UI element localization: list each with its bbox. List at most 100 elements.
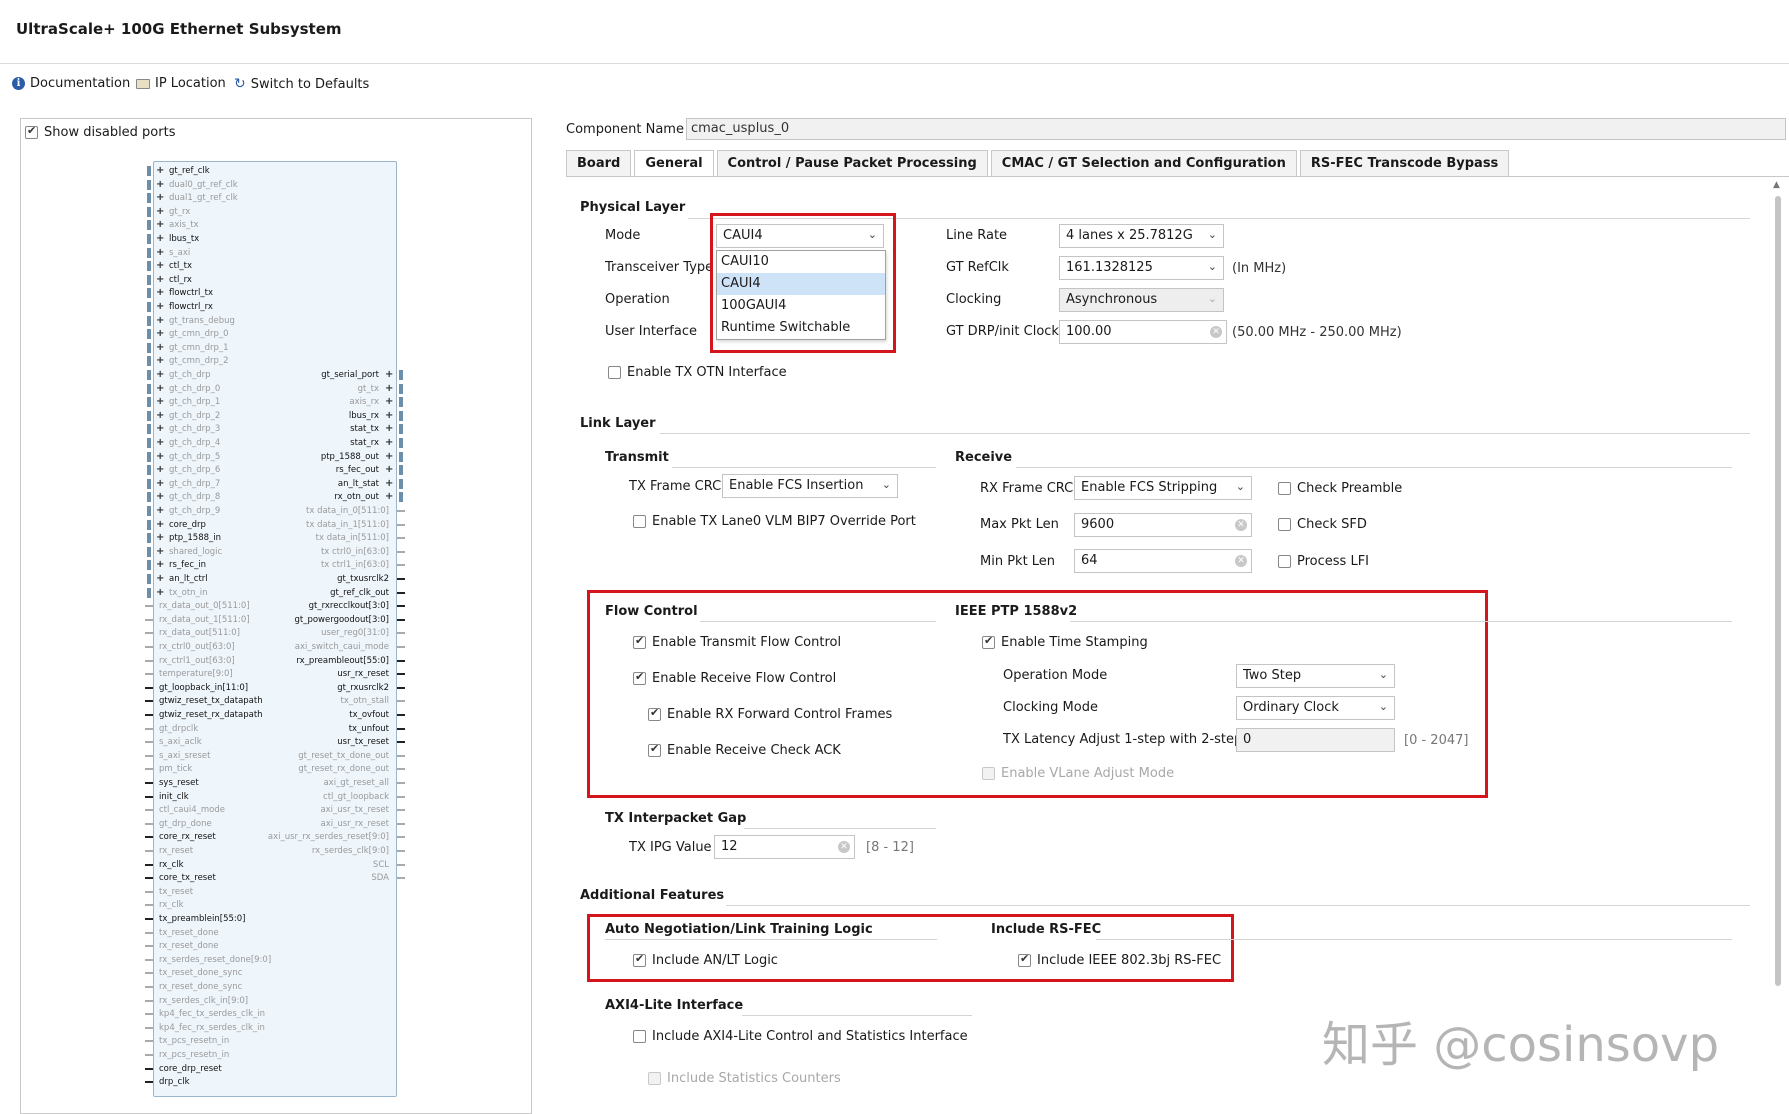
tab-control-pause[interactable]: Control / Pause Packet Processing — [716, 150, 988, 176]
vlm-bip7-checkbox[interactable] — [633, 515, 646, 528]
time-stamping-checkbox[interactable] — [982, 634, 995, 649]
check-sfd-checkbox[interactable] — [1278, 518, 1291, 531]
expand-port-icon[interactable]: + — [156, 179, 164, 190]
rx-check-ack-row[interactable]: Enable Receive Check ACK — [648, 742, 841, 758]
tx-flow-control-row[interactable]: Enable Transmit Flow Control — [633, 634, 841, 650]
expand-port-icon[interactable]: + — [385, 397, 393, 407]
rx-frame-crc-select[interactable]: Enable FCS Stripping ⌄ — [1074, 476, 1252, 500]
tx-frame-crc-select[interactable]: Enable FCS Insertion ⌄ — [722, 474, 898, 498]
include-axi4-lite-checkbox[interactable] — [633, 1030, 646, 1043]
scroll-up-icon[interactable]: ▲ — [1773, 180, 1780, 190]
rx-flow-control-row[interactable]: Enable Receive Flow Control — [633, 670, 836, 686]
show-disabled-ports-checkbox[interactable] — [25, 124, 38, 139]
expand-port-icon[interactable]: + — [385, 383, 393, 394]
expand-port-icon[interactable]: + — [385, 424, 393, 434]
clocking-mode-select[interactable]: Ordinary Clock ⌄ — [1236, 696, 1395, 720]
expand-port-icon[interactable]: + — [385, 370, 393, 380]
include-rsfec-checkbox[interactable] — [1018, 952, 1031, 967]
show-disabled-ports-toggle[interactable]: Show disabled ports — [25, 124, 175, 140]
ip-location-button[interactable]: IP Location — [136, 76, 226, 91]
enable-tx-otn-row[interactable]: Enable TX OTN Interface — [608, 365, 787, 380]
include-anlt-row[interactable]: Include AN/LT Logic — [633, 952, 778, 968]
expand-port-icon[interactable]: + — [156, 274, 164, 285]
expand-port-icon[interactable]: + — [156, 574, 164, 584]
check-preamble-checkbox[interactable] — [1278, 482, 1291, 495]
include-axi4-lite-row[interactable]: Include AXI4-Lite Control and Statistics… — [633, 1029, 968, 1044]
expand-port-icon[interactable]: + — [156, 451, 164, 462]
rx-check-ack-checkbox[interactable] — [648, 742, 661, 757]
expand-port-icon[interactable]: + — [156, 302, 164, 312]
expand-port-icon[interactable]: + — [156, 315, 164, 326]
expand-port-icon[interactable]: + — [156, 342, 164, 353]
operation-mode-select[interactable]: Two Step ⌄ — [1236, 664, 1395, 688]
expand-port-icon[interactable]: + — [385, 410, 393, 421]
expand-port-icon[interactable]: + — [156, 587, 164, 598]
process-lfi-row[interactable]: Process LFI — [1278, 554, 1369, 569]
line-rate-select[interactable]: 4 lanes x 25.7812G ⌄ — [1059, 224, 1224, 248]
expand-port-icon[interactable]: + — [156, 506, 164, 516]
enable-tx-otn-checkbox[interactable] — [608, 366, 621, 379]
expand-port-icon[interactable]: + — [156, 397, 164, 407]
expand-port-icon[interactable]: + — [156, 560, 164, 570]
clear-icon[interactable]: ✕ — [1210, 326, 1222, 338]
expand-port-icon[interactable]: + — [156, 519, 164, 530]
expand-port-icon[interactable]: + — [156, 546, 164, 557]
expand-port-icon[interactable]: + — [156, 288, 164, 298]
expand-port-icon[interactable]: + — [385, 438, 393, 448]
include-stats-counters-checkbox[interactable] — [648, 1072, 661, 1085]
check-preamble-row[interactable]: Check Preamble — [1278, 481, 1402, 496]
tab-board[interactable]: Board — [566, 150, 632, 176]
include-anlt-checkbox[interactable] — [633, 952, 646, 967]
clear-icon[interactable]: ✕ — [1235, 519, 1247, 531]
switch-defaults-button[interactable]: ↻ Switch to Defaults — [234, 76, 369, 92]
documentation-button[interactable]: i Documentation — [12, 76, 130, 91]
expand-port-icon[interactable]: + — [385, 465, 393, 475]
expand-port-icon[interactable]: + — [156, 220, 164, 230]
tab-cmac-gt[interactable]: CMAC / GT Selection and Configuration — [990, 150, 1297, 176]
check-sfd-row[interactable]: Check SFD — [1278, 517, 1367, 532]
expand-port-icon[interactable]: + — [156, 234, 164, 244]
clear-icon[interactable]: ✕ — [1235, 555, 1247, 567]
expand-port-icon[interactable]: + — [156, 247, 164, 258]
scrollbar-thumb[interactable] — [1775, 196, 1781, 986]
process-lfi-checkbox[interactable] — [1278, 555, 1291, 568]
include-rsfec-row[interactable]: Include IEEE 802.3bj RS-FEC — [1018, 952, 1221, 968]
expand-port-icon[interactable]: + — [156, 329, 164, 339]
expand-port-icon[interactable]: + — [385, 451, 393, 462]
rx-forward-frames-checkbox[interactable] — [648, 706, 661, 721]
expand-port-icon[interactable]: + — [156, 492, 164, 502]
expand-port-icon[interactable]: + — [156, 438, 164, 448]
component-name-input[interactable]: cmac_usplus_0 — [686, 118, 1786, 140]
expand-port-icon[interactable]: + — [156, 193, 164, 203]
expand-port-icon[interactable]: + — [156, 356, 164, 366]
tab-rsfec-bypass[interactable]: RS-FEC Transcode Bypass — [1299, 150, 1510, 176]
expand-port-icon[interactable]: + — [156, 383, 164, 394]
expand-port-icon[interactable]: + — [156, 370, 164, 380]
expand-port-icon[interactable]: + — [385, 478, 393, 489]
rx-flow-control-checkbox[interactable] — [633, 670, 646, 685]
expand-port-icon[interactable]: + — [156, 424, 164, 434]
expand-port-icon[interactable]: + — [156, 465, 164, 475]
tx-flow-control-checkbox[interactable] — [633, 634, 646, 649]
expand-port-icon[interactable]: + — [156, 478, 164, 489]
clear-icon[interactable]: ✕ — [838, 841, 850, 853]
time-stamping-row[interactable]: Enable Time Stamping — [982, 634, 1148, 650]
vlane-adjust-row[interactable]: Enable VLane Adjust Mode — [982, 766, 1174, 781]
tab-general[interactable]: General — [634, 150, 714, 176]
expand-port-icon[interactable]: + — [156, 206, 164, 217]
rx-forward-frames-row[interactable]: Enable RX Forward Control Frames — [648, 706, 892, 722]
min-pkt-len-input[interactable]: 64 ✕ — [1074, 549, 1252, 573]
expand-port-icon[interactable]: + — [156, 533, 164, 543]
max-pkt-len-input[interactable]: 9600 ✕ — [1074, 513, 1252, 537]
expand-port-icon[interactable]: + — [385, 492, 393, 502]
vlm-bip7-row[interactable]: Enable TX Lane0 VLM BIP7 Override Port — [633, 514, 916, 529]
clocking-select[interactable]: Asynchronous ⌄ — [1059, 288, 1224, 312]
expand-port-icon[interactable]: + — [156, 166, 164, 176]
vertical-scrollbar[interactable]: ▲ — [1772, 180, 1784, 1114]
expand-port-icon[interactable]: + — [156, 410, 164, 421]
tx-ipg-input[interactable]: 12 ✕ — [714, 835, 855, 859]
gt-refclk-select[interactable]: 161.1328125 ⌄ — [1059, 256, 1224, 280]
gt-drp-clock-input[interactable]: 100.00 ✕ — [1059, 320, 1227, 344]
expand-port-icon[interactable]: + — [156, 261, 164, 271]
include-stats-counters-row[interactable]: Include Statistics Counters — [648, 1071, 841, 1086]
